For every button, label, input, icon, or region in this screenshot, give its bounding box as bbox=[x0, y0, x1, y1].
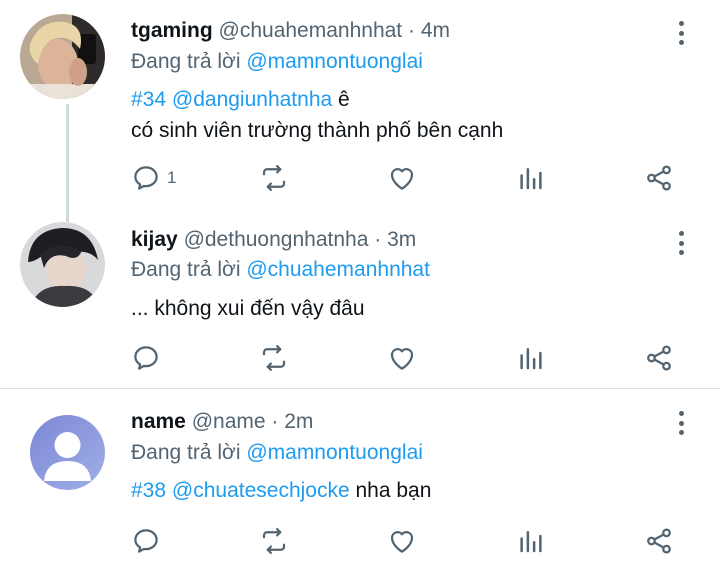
display-name[interactable]: tgaming bbox=[131, 19, 213, 42]
timestamp[interactable]: 4m bbox=[421, 19, 450, 42]
retweet-icon bbox=[259, 343, 289, 373]
like-icon bbox=[387, 526, 417, 556]
action-bar: 1 bbox=[131, 161, 691, 195]
tweet-header: kijay @dethuongnhatnha · 3m bbox=[131, 227, 416, 253]
views-icon bbox=[516, 343, 546, 373]
tweet-text: #34 @dangiunhatnha ê có sinh viên trường… bbox=[131, 84, 503, 146]
tweet-text-line-1: #38 @chuatesechjocke nha bạn bbox=[131, 475, 431, 506]
views-button[interactable] bbox=[516, 524, 546, 558]
tweet-text-line-1: ... không xui đến vậy đâu bbox=[131, 297, 365, 320]
like-button[interactable] bbox=[387, 341, 417, 375]
avatar[interactable] bbox=[20, 14, 105, 99]
like-button[interactable] bbox=[387, 161, 417, 195]
timestamp[interactable]: 2m bbox=[284, 410, 313, 433]
reply-button[interactable] bbox=[131, 524, 161, 558]
retweet-button[interactable] bbox=[259, 341, 289, 375]
replying-to-label: Đang trả lời bbox=[131, 50, 241, 73]
replying-to: Đang trả lời @mamnontuonglai bbox=[131, 440, 423, 466]
like-icon bbox=[387, 163, 417, 193]
user-handle[interactable]: @name bbox=[192, 410, 266, 433]
avatar-photo-icon bbox=[20, 222, 105, 307]
hashtag[interactable]: #34 bbox=[131, 88, 166, 111]
tweet-text: ... không xui đến vậy đâu bbox=[131, 293, 365, 324]
avatar[interactable] bbox=[20, 222, 105, 307]
display-name[interactable]: kijay bbox=[131, 228, 178, 251]
tweet-text-line-2: có sinh viên trường thành phố bên cạnh bbox=[131, 119, 504, 142]
reply-icon bbox=[131, 526, 161, 556]
reply-icon bbox=[131, 163, 161, 193]
timestamp[interactable]: 3m bbox=[387, 228, 416, 251]
retweet-button[interactable] bbox=[259, 161, 289, 195]
tweet-1[interactable]: tgaming @chuahemanhnhat · 4m Đang trả lờ… bbox=[0, 0, 720, 222]
thread-line bbox=[66, 104, 69, 222]
tweet-text-line-1: #34 @dangiunhatnha ê bbox=[131, 84, 503, 115]
replying-to-mention[interactable]: @chuahemanhnhat bbox=[246, 258, 430, 281]
action-bar bbox=[131, 341, 691, 375]
user-handle[interactable]: @chuahemanhnhat bbox=[219, 19, 403, 42]
display-name[interactable]: name bbox=[131, 410, 186, 433]
retweet-button[interactable] bbox=[259, 524, 289, 558]
share-icon bbox=[644, 526, 674, 556]
views-button[interactable] bbox=[516, 161, 546, 195]
retweet-icon bbox=[259, 526, 289, 556]
replying-to: Đang trả lời @chuahemanhnhat bbox=[131, 257, 430, 283]
default-avatar-icon bbox=[30, 415, 105, 490]
tweet-3[interactable]: name @name · 2m Đang trả lời @mamnontuon… bbox=[0, 389, 720, 571]
more-icon[interactable] bbox=[670, 229, 692, 257]
views-icon bbox=[516, 163, 546, 193]
share-icon bbox=[644, 163, 674, 193]
hashtag[interactable]: #38 bbox=[131, 479, 166, 502]
replying-to-mention[interactable]: @mamnontuonglai bbox=[246, 50, 423, 73]
tweet-header: name @name · 2m bbox=[131, 409, 313, 435]
tweet-2[interactable]: kijay @dethuongnhatnha · 3m Đang trả lời… bbox=[0, 210, 720, 388]
share-button[interactable] bbox=[644, 341, 674, 375]
share-icon bbox=[644, 343, 674, 373]
more-icon[interactable] bbox=[670, 409, 692, 437]
action-bar bbox=[131, 524, 691, 558]
views-icon bbox=[516, 526, 546, 556]
views-button[interactable] bbox=[516, 341, 546, 375]
reply-icon bbox=[131, 343, 161, 373]
reply-button[interactable] bbox=[131, 341, 161, 375]
user-handle[interactable]: @dethuongnhatnha bbox=[184, 228, 369, 251]
retweet-icon bbox=[259, 163, 289, 193]
share-button[interactable] bbox=[644, 161, 674, 195]
mention[interactable]: @dangiunhatnha bbox=[172, 88, 332, 111]
tweet-text-rest: nha bạn bbox=[349, 479, 432, 502]
tweet-text: #38 @chuatesechjocke nha bạn bbox=[131, 475, 431, 506]
separator-dot: · bbox=[374, 228, 382, 251]
reply-button[interactable]: 1 bbox=[131, 161, 176, 195]
separator-dot: · bbox=[271, 410, 279, 433]
avatar[interactable] bbox=[30, 415, 105, 490]
like-button[interactable] bbox=[387, 524, 417, 558]
tweet-header: tgaming @chuahemanhnhat · 4m bbox=[131, 18, 450, 44]
replying-to: Đang trả lời @mamnontuonglai bbox=[131, 49, 423, 75]
mention[interactable]: @chuatesechjocke bbox=[172, 479, 350, 502]
like-icon bbox=[387, 343, 417, 373]
tweet-text-rest: ê bbox=[332, 88, 350, 111]
replying-to-mention[interactable]: @mamnontuonglai bbox=[246, 441, 423, 464]
reply-count: 1 bbox=[167, 168, 177, 187]
avatar-photo-icon bbox=[20, 14, 105, 99]
replying-to-label: Đang trả lời bbox=[131, 258, 241, 281]
more-icon[interactable] bbox=[670, 19, 692, 47]
separator-dot: · bbox=[407, 19, 415, 42]
share-button[interactable] bbox=[644, 524, 674, 558]
replying-to-label: Đang trả lời bbox=[131, 441, 241, 464]
